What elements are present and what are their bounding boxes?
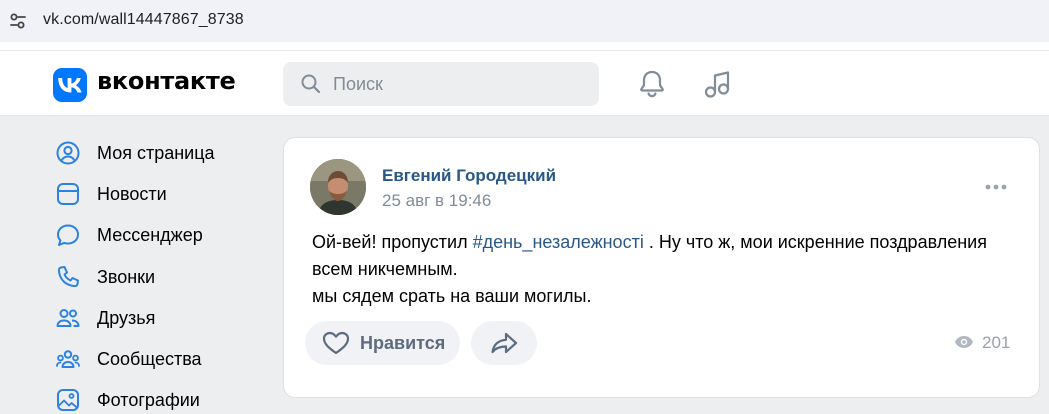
search-input[interactable]: Поиск — [283, 62, 599, 106]
share-icon — [491, 332, 518, 354]
like-label: Нравится — [360, 333, 446, 353]
wall-post: Евгений Городецкий 25 авг в 19:46 Ой-вей… — [283, 137, 1040, 398]
notifications-bell-icon[interactable] — [636, 68, 668, 100]
phone-icon — [57, 266, 79, 288]
browser-address-bar: vk.com/wall14447867_8738 — [0, 0, 1049, 42]
logo-wordmark[interactable]: вконтакте — [97, 67, 236, 95]
sidebar-item-label: Фотографии — [97, 390, 200, 410]
post-text: Ой-вей! пропустил #день_незалежності . Н… — [312, 229, 1012, 310]
sidebar-item-label: Друзья — [97, 308, 156, 328]
post-text-line: мы сядем срать на ваши могилы. — [312, 286, 592, 306]
search-icon — [301, 74, 321, 94]
eye-icon — [955, 336, 973, 348]
more-options-icon[interactable] — [984, 183, 1008, 191]
communities-icon — [56, 350, 80, 368]
music-icon[interactable] — [702, 68, 734, 100]
photos-icon — [57, 389, 79, 411]
search-placeholder: Поиск — [333, 74, 383, 94]
url-text[interactable]: vk.com/wall14447867_8738 — [43, 11, 244, 29]
sidebar-item-label: Звонки — [97, 267, 156, 287]
site-settings-icon[interactable] — [6, 9, 30, 33]
views-counter: 201 — [954, 331, 1034, 355]
author-avatar[interactable] — [310, 159, 366, 215]
post-date-link[interactable]: 25 авг в 19:46 — [382, 191, 491, 211]
hashtag-link[interactable]: #день_незалежності — [473, 232, 644, 252]
vk-header: вконтакте Поиск — [0, 50, 1049, 116]
sidebar-item-calls[interactable]: Звонки — [55, 258, 265, 296]
messenger-icon — [57, 224, 79, 246]
sidebar-item-label: Сообщества — [97, 349, 202, 369]
profile-icon — [56, 141, 80, 165]
vk-logo-icon[interactable] — [53, 68, 87, 102]
sidebar-item-friends[interactable]: Друзья — [55, 299, 265, 337]
address-field[interactable]: vk.com/wall14447867_8738 — [0, 0, 1049, 42]
heart-icon — [322, 331, 350, 355]
share-button[interactable] — [471, 321, 537, 365]
post-author-link[interactable]: Евгений Городецкий — [382, 166, 556, 186]
sidebar-item-my-page[interactable]: Моя страница — [55, 134, 265, 172]
sidebar-item-news[interactable]: Новости — [55, 175, 265, 213]
sidebar-item-label: Моя страница — [97, 143, 215, 163]
post-text-part: Ой-вей! пропустил — [312, 232, 473, 252]
sidebar-item-communities[interactable]: Сообщества — [55, 340, 265, 378]
sidebar-item-photos[interactable]: Фотографии — [55, 381, 265, 414]
sidebar-item-label: Новости — [97, 184, 167, 204]
sidebar-item-messenger[interactable]: Мессенджер — [55, 216, 265, 254]
news-icon — [57, 183, 79, 205]
friends-icon — [56, 309, 80, 327]
sidebar-item-label: Мессенджер — [97, 225, 203, 245]
browser-toolbar-gap — [0, 42, 1049, 50]
like-button[interactable]: Нравится — [305, 321, 460, 365]
views-count: 201 — [982, 333, 1011, 352]
